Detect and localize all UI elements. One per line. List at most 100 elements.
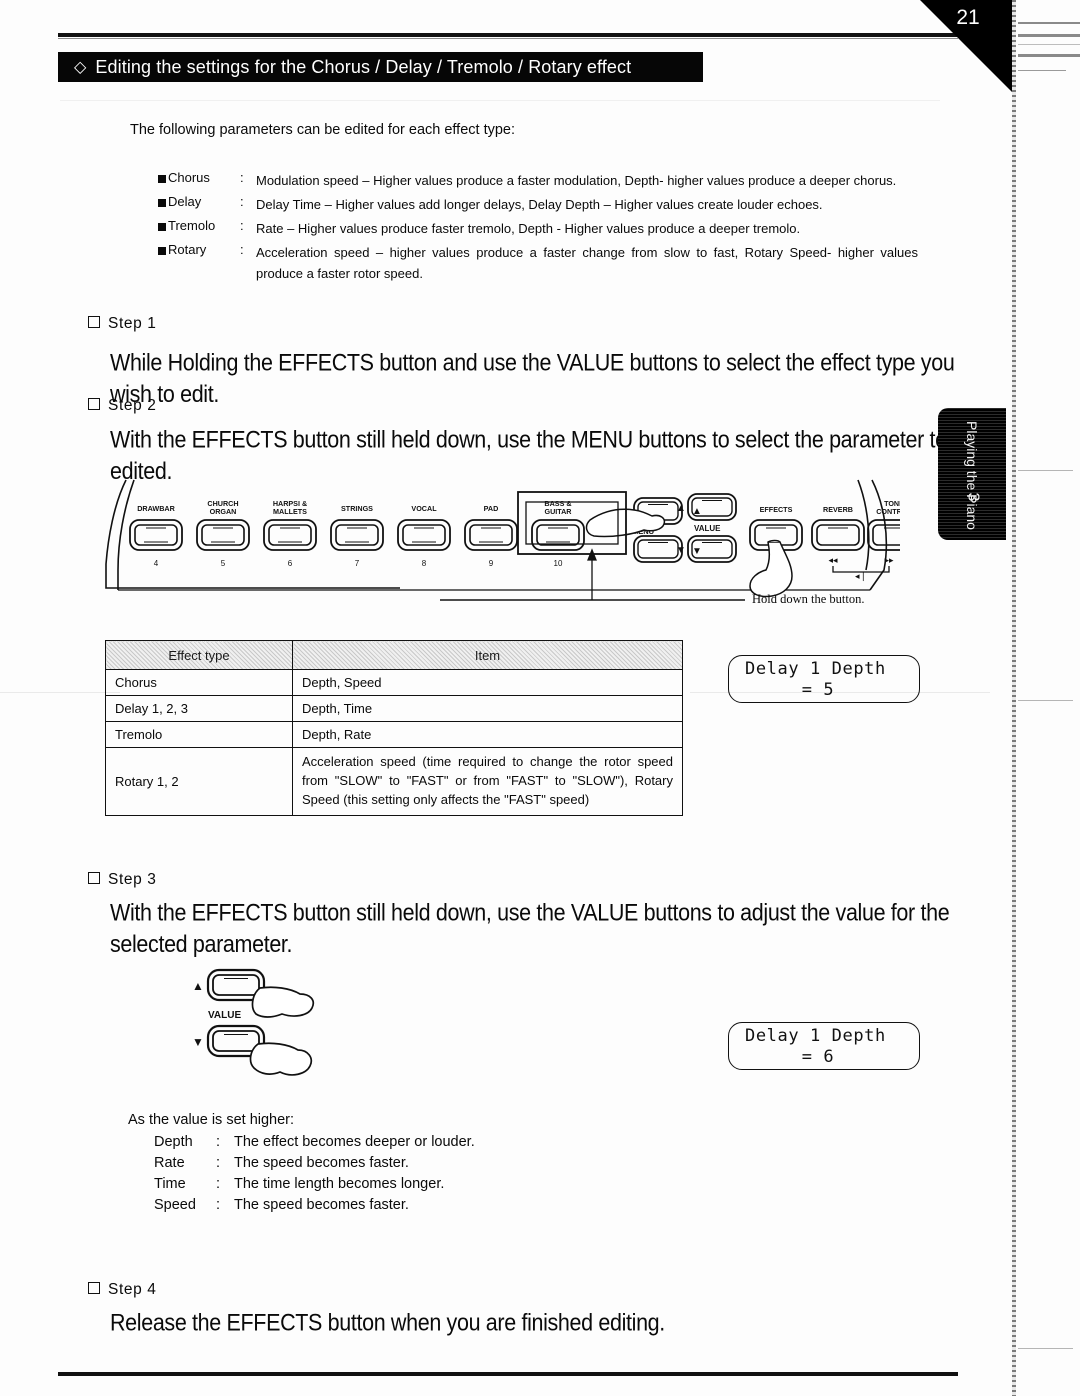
previous-track-icon: ◂❘ <box>855 572 867 582</box>
table-cell-item: Depth, Rate <box>292 721 683 748</box>
panel-button-number: 6 <box>288 559 293 568</box>
panel-button-label: MALLETS <box>273 507 307 516</box>
bullet-square-icon <box>158 175 166 183</box>
parameter-description: Modulation speed – Higher values produce… <box>256 173 897 188</box>
scan-artifact <box>0 692 120 693</box>
step-3-body: With the EFFECTS button still held down,… <box>110 899 950 957</box>
panel-button-label: STRINGS <box>341 504 373 513</box>
lcd-line-1: Delay 1 Depth <box>745 659 886 679</box>
parameter-item: Tremolo : Rate – Higher values produce f… <box>158 218 918 239</box>
panel-button-number: 5 <box>221 559 226 568</box>
value-note-row: Depth : The effect becomes deeper or lou… <box>154 1134 475 1150</box>
table-cell-item: Depth, Speed <box>292 669 683 696</box>
value-down-arrow-icon: ▼ <box>676 545 686 556</box>
effect-type-table: Effect type Item Chorus Depth, Speed Del… <box>105 640 683 816</box>
value-note-key: Speed <box>154 1197 196 1213</box>
top-rule <box>58 33 958 37</box>
value-note-key: Rate <box>154 1155 185 1171</box>
table-cell-effect-type: Rotary 1, 2 <box>105 747 293 816</box>
parameter-colon: : <box>240 170 244 185</box>
edge-line <box>1018 44 1080 45</box>
parameter-item: Rotary : Acceleration speed – higher val… <box>158 242 918 284</box>
bullet-square-icon <box>158 199 166 208</box>
scan-artifact <box>60 100 940 101</box>
bullet-square-icon <box>158 247 166 256</box>
value-note-key: Time <box>154 1176 186 1192</box>
value-behaviour-note: As the value is set higher: Depth : The … <box>128 1112 475 1218</box>
step-4-body: Release the EFFECTS button when you are … <box>110 1309 665 1336</box>
fast-forward-icon: ▸▸ <box>884 556 894 566</box>
edge-line <box>1018 700 1073 701</box>
parameter-description: Rate – Higher values produce faster trem… <box>256 221 801 237</box>
table-row: Delay 1, 2, 3 Depth, Time <box>105 695 683 722</box>
panel-button-label: PAD <box>484 504 499 513</box>
value-label: VALUE <box>694 524 721 533</box>
parameter-name: Rotary <box>158 242 240 257</box>
parameter-colon: : <box>240 194 244 210</box>
value-buttons-illustration: ▲ VALUE ▼ <box>178 962 328 1097</box>
panel-button-label: REVERB <box>823 505 853 514</box>
value-note-text: The speed becomes faster. <box>234 1155 409 1171</box>
panel-button-label: ORGAN <box>210 507 237 516</box>
panel-button-label: VOCAL <box>411 504 437 513</box>
checkbox-icon <box>88 872 100 884</box>
table-cell-effect-type: Delay 1, 2, 3 <box>105 695 293 722</box>
parameter-item: Chorus : Modulation speed – Higher value… <box>158 170 918 191</box>
table-cell-item: Depth, Time <box>292 695 683 722</box>
parameter-colon: : <box>240 218 244 234</box>
value-note-text: The time length becomes longer. <box>234 1176 445 1192</box>
panel-button-label: CONTROL <box>876 507 900 516</box>
section-header-title: Editing the settings for the Chorus / De… <box>95 56 632 77</box>
checkbox-icon <box>88 316 100 328</box>
value-note-colon: : <box>216 1155 221 1171</box>
checkbox-icon <box>88 398 100 410</box>
table-cell-effect-type: Chorus <box>105 669 293 696</box>
parameter-name: Tremolo <box>158 218 240 233</box>
step-3-label: Step 3 <box>88 871 156 889</box>
table-header-row: Effect type Item <box>105 640 683 670</box>
binding-edge <box>1012 0 1016 1396</box>
step-1-label: Step 1 <box>88 315 156 333</box>
parameter-item: Delay : Delay Time – Higher values add l… <box>158 194 918 215</box>
intro-text: The following parameters can be edited f… <box>130 122 516 138</box>
panel-button-number: 9 <box>489 559 494 568</box>
panel-button-label: DRAWBAR <box>137 504 175 513</box>
value-up-arrow-icon: ▲ <box>676 503 686 514</box>
lcd-display-step2: Delay 1 Depth = 5 <box>728 655 920 703</box>
panel-button-label: EFFECTS <box>760 505 793 514</box>
edge-line <box>1018 34 1080 37</box>
panel-button-label: GUITAR <box>544 507 572 516</box>
parameter-description: Delay Time – Higher values add longer de… <box>256 197 823 213</box>
table-cell-effect-type: Tremolo <box>105 721 293 748</box>
value-note-row: Rate : The speed becomes faster. <box>154 1155 475 1171</box>
parameter-name: Delay <box>158 194 240 209</box>
value-note-key: Depth <box>154 1134 193 1150</box>
value-note-row: Speed : The speed becomes faster. <box>154 1197 475 1213</box>
value-down-arrow-icon: ▼ <box>192 1035 204 1049</box>
edge-line <box>1018 1348 1073 1349</box>
table-header-effect-type: Effect type <box>105 640 293 670</box>
panel-button-number: 8 <box>422 559 427 568</box>
menu-down-arrow-icon: ▼ <box>692 546 702 557</box>
lcd-line-2: = 5 <box>801 680 835 700</box>
section-header: ◇ Editing the settings for the Chorus / … <box>58 52 703 82</box>
value-note-text: The effect becomes deeper or louder. <box>234 1134 475 1150</box>
table-cell-item: Acceleration speed (time required to cha… <box>292 747 683 816</box>
edge-line <box>1018 54 1080 57</box>
value-up-arrow-icon: ▲ <box>192 979 204 993</box>
step-4-label: Step 4 <box>88 1281 156 1299</box>
edge-line <box>1018 470 1073 471</box>
table-row: Chorus Depth, Speed <box>105 669 683 696</box>
side-tab: Playing the Piano 3 <box>938 408 1006 540</box>
control-panel-illustration: DRAWBAR CHURCH ORGAN HARPSI & MALLETS ST… <box>100 478 900 608</box>
rewind-icon: ◂◂ <box>828 556 838 566</box>
edge-line <box>1018 70 1066 71</box>
panel-callout-text: Hold down the button. <box>752 592 865 606</box>
step-2-label: Step 2 <box>88 397 156 415</box>
lcd-line-2: = 6 <box>801 1047 835 1067</box>
value-note-colon: : <box>216 1197 221 1213</box>
value-label: VALUE <box>208 1010 241 1021</box>
table-row: Tremolo Depth, Rate <box>105 721 683 748</box>
side-tab-number: 3 <box>964 492 982 502</box>
table-row: Rotary 1, 2 Acceleration speed (time req… <box>105 747 683 816</box>
